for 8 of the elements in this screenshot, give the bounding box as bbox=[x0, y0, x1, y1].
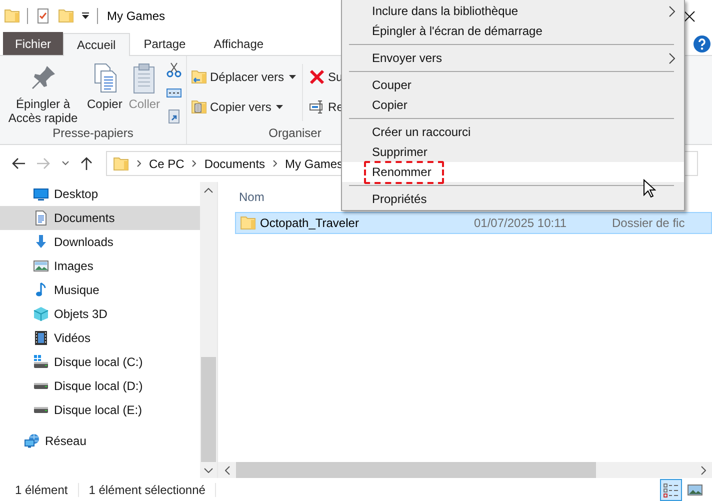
status-text: 1 élément bbox=[15, 482, 79, 496]
group-label: Presse-papiers bbox=[52, 125, 134, 142]
status-text: 1 élément sélectionné bbox=[88, 482, 216, 496]
date-modified: 01/07/2025 10:11 bbox=[474, 216, 568, 230]
file-name: Octopath_Traveler bbox=[260, 216, 359, 230]
group-label: Organiser bbox=[268, 125, 322, 142]
file-type: Dossier de fic bbox=[612, 216, 685, 230]
window-title: My Games bbox=[107, 9, 166, 23]
